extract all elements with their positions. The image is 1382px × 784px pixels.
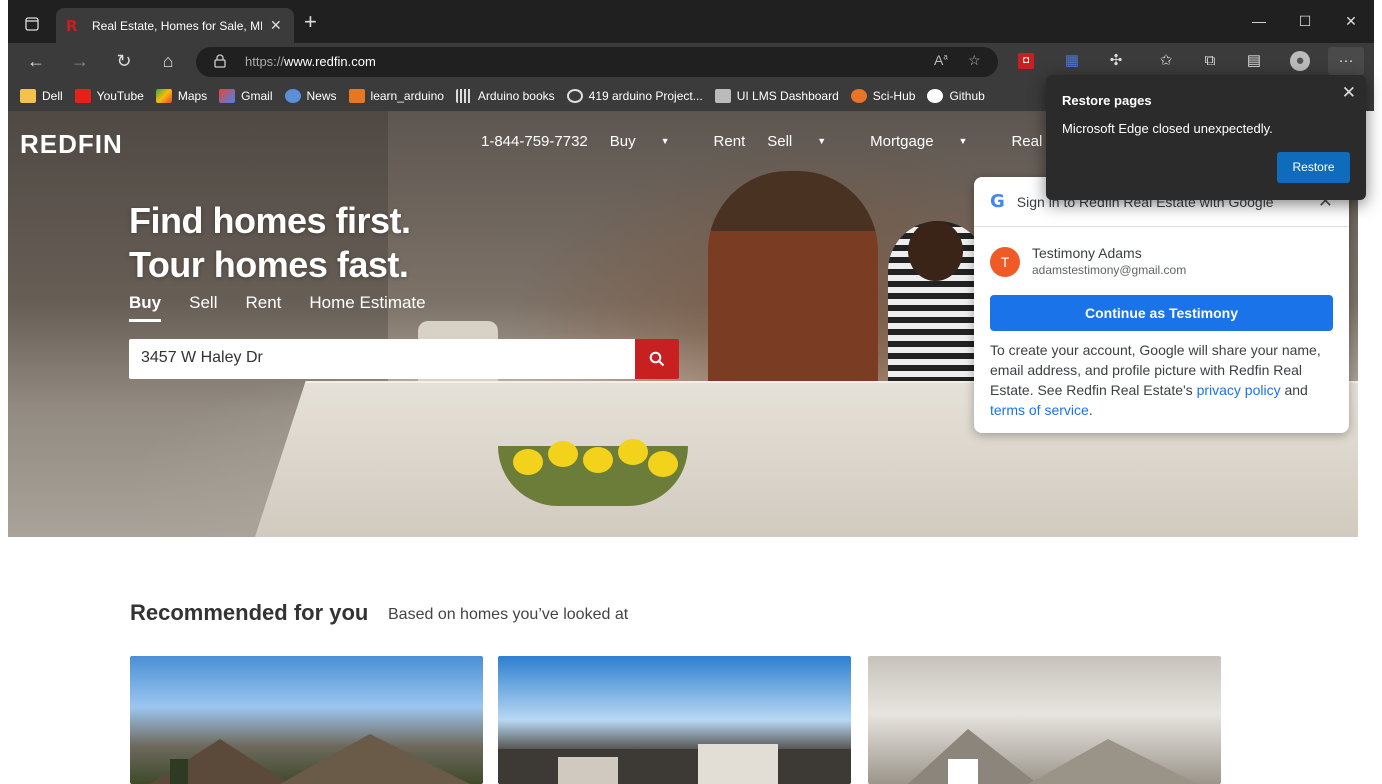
- caret-down-icon: ▼: [958, 136, 968, 146]
- listing-card[interactable]: [868, 656, 1221, 784]
- listing-card[interactable]: [130, 656, 483, 784]
- collections-icon[interactable]: ⧉: [1200, 51, 1220, 71]
- caret-down-icon: ▼: [817, 136, 827, 146]
- redfin-logo[interactable]: REDFIN: [20, 129, 123, 160]
- extensions-puzzle-icon[interactable]: ✣: [1106, 51, 1126, 71]
- account-avatar: T: [990, 247, 1020, 277]
- search-icon: [649, 351, 665, 367]
- bookmark-maps[interactable]: Maps: [155, 88, 207, 103]
- hero-headline: Find homes first. Tour homes fast.: [129, 200, 411, 285]
- refresh-icon[interactable]: ↻: [110, 49, 138, 73]
- books-icon: [455, 88, 472, 103]
- google-consent-text: To create your account, Google will shar…: [990, 342, 1321, 418]
- restore-close-icon[interactable]: ✕: [1342, 83, 1356, 103]
- youtube-icon: [74, 88, 91, 103]
- bookmark-sci-hub[interactable]: Sci-Hub: [850, 88, 915, 103]
- maps-icon: [155, 88, 172, 103]
- google-signin-popup: G Sign in to Redfin Real Estate with Goo…: [974, 177, 1349, 433]
- search-tab-home-estimate[interactable]: Home Estimate: [309, 293, 425, 322]
- news-icon: [284, 88, 301, 103]
- home-icon[interactable]: ⌂: [154, 49, 182, 73]
- recommended-subtitle: Based on homes you’ve looked at: [388, 606, 629, 623]
- add-favorite-icon[interactable]: ☆: [968, 52, 981, 69]
- close-window-icon[interactable]: ✕: [1328, 8, 1374, 34]
- nav-mortgage[interactable]: Mortgage ▼: [870, 133, 989, 150]
- bookmark-arduino-projects[interactable]: 419 arduino Project...: [566, 88, 703, 103]
- search-tabs: Buy Sell Rent Home Estimate: [129, 293, 454, 322]
- tab-close-icon[interactable]: ✕: [270, 17, 282, 34]
- search-tab-rent[interactable]: Rent: [245, 293, 281, 322]
- account-email: adamstestimony@gmail.com: [1032, 263, 1187, 277]
- github-icon: [927, 88, 944, 103]
- restore-pages-popup: Restore pages Microsoft Edge closed unex…: [1046, 75, 1366, 200]
- search-input[interactable]: [141, 349, 621, 367]
- house-photo: [498, 744, 851, 784]
- recommended-title: Recommended for you: [130, 600, 369, 625]
- restore-title: Restore pages: [1062, 93, 1152, 108]
- bookmark-ui-lms[interactable]: UI LMS Dashboard: [714, 88, 839, 103]
- hero-photo-man: [708, 171, 878, 411]
- bookmark-gmail[interactable]: Gmail: [219, 88, 273, 103]
- arduino-icon: [348, 88, 365, 103]
- nav-rent[interactable]: Rent: [714, 133, 746, 150]
- sci-hub-icon: [850, 88, 867, 103]
- page-icon: [714, 88, 731, 103]
- house-photo: [150, 734, 470, 784]
- maximize-icon[interactable]: ☐: [1282, 8, 1328, 34]
- active-tab[interactable]: R Real Estate, Homes for Sale, MLS ✕: [56, 8, 294, 43]
- listing-card[interactable]: [498, 656, 851, 784]
- bookmark-learn-arduino[interactable]: learn_arduino: [348, 88, 444, 103]
- search-button[interactable]: [635, 339, 679, 379]
- minimize-icon[interactable]: —: [1236, 8, 1282, 34]
- bookmark-arduino-books[interactable]: Arduino books: [455, 88, 555, 103]
- phone-link[interactable]: 1-844-759-7732: [481, 133, 588, 150]
- hero-photo-lemon: [513, 449, 543, 475]
- hero-photo-lemon: [583, 447, 613, 473]
- redfin-favicon-icon: R: [66, 16, 78, 35]
- browser-window: R Real Estate, Homes for Sale, MLS ✕ + —…: [8, 0, 1374, 784]
- gmail-icon: [219, 88, 236, 103]
- read-aloud-icon[interactable]: Aa: [934, 52, 948, 68]
- address-bar[interactable]: https://www.redfin.com Aa ☆: [196, 47, 998, 77]
- bookmark-github[interactable]: Github: [927, 88, 985, 103]
- restore-message: Microsoft Edge closed unexpectedly.: [1062, 121, 1273, 136]
- settings-more-icon[interactable]: ···: [1328, 47, 1364, 75]
- profile-avatar-icon[interactable]: ●: [1290, 51, 1310, 71]
- favorites-icon[interactable]: ✩: [1156, 51, 1176, 71]
- search-tab-sell[interactable]: Sell: [189, 293, 217, 322]
- hero-photo-lemon: [618, 439, 648, 465]
- infinity-icon: [566, 88, 583, 103]
- terms-of-service-link[interactable]: terms of service: [990, 402, 1089, 418]
- search-box: [129, 339, 636, 379]
- url-text: https://www.redfin.com: [245, 54, 376, 69]
- new-tab-icon[interactable]: +: [304, 11, 317, 33]
- extension-pocket-icon[interactable]: ◘: [1018, 53, 1034, 69]
- bookmark-news[interactable]: News: [284, 88, 337, 103]
- search-tab-buy[interactable]: Buy: [129, 293, 162, 322]
- back-icon[interactable]: ←: [22, 49, 50, 73]
- bookmark-youtube[interactable]: YouTube: [74, 88, 144, 103]
- privacy-policy-link[interactable]: privacy policy: [1197, 382, 1281, 398]
- house-photo: [908, 729, 1198, 784]
- caret-down-icon: ▼: [660, 136, 670, 146]
- hero-photo-lemon: [648, 451, 678, 477]
- sidebar-apps-icon[interactable]: ▤: [1244, 51, 1264, 71]
- nav-sell[interactable]: Sell ▼: [767, 133, 848, 150]
- nav-buy[interactable]: Buy ▼: [610, 133, 692, 150]
- tab-actions-icon[interactable]: [20, 12, 44, 36]
- bookmark-dell[interactable]: Dell: [20, 88, 63, 103]
- hero-photo-lemon: [548, 441, 578, 467]
- title-bar: R Real Estate, Homes for Sale, MLS ✕ + —…: [8, 0, 1374, 43]
- extension-icon[interactable]: ▦: [1062, 51, 1082, 71]
- google-logo-icon: G: [990, 191, 1005, 212]
- account-name: Testimony Adams: [1032, 245, 1142, 261]
- google-account-row[interactable]: T Testimony Adams adamstestimony@gmail.c…: [990, 245, 1186, 277]
- continue-as-button[interactable]: Continue as Testimony: [990, 295, 1333, 331]
- restore-button[interactable]: Restore: [1277, 152, 1350, 183]
- lock-icon: [214, 54, 226, 68]
- hero-photo-child-head: [908, 221, 963, 281]
- tab-title: Real Estate, Homes for Sale, MLS: [92, 18, 262, 33]
- forward-icon[interactable]: →: [66, 49, 94, 73]
- folder-icon: [20, 88, 36, 103]
